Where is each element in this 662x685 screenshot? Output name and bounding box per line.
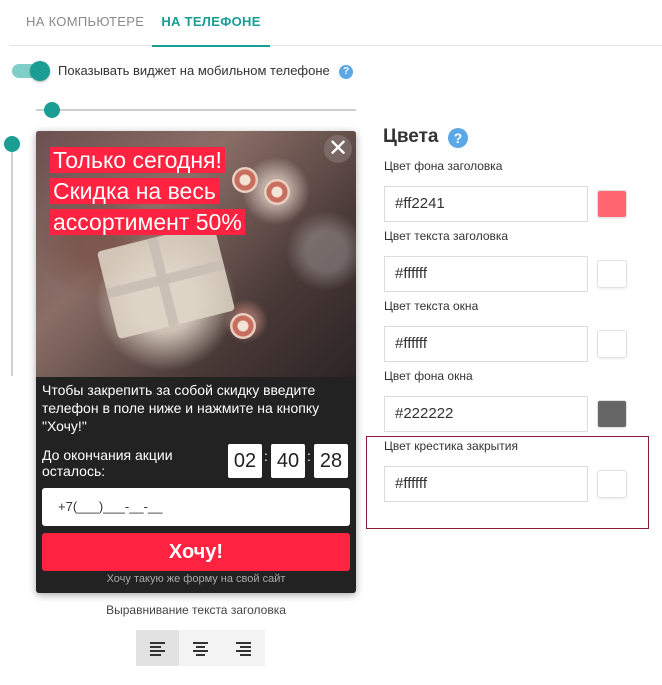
timer-hours: 02 bbox=[228, 444, 262, 478]
get-form-link[interactable]: Хочу такую же форму на свой сайт bbox=[36, 573, 356, 585]
align-left-icon bbox=[150, 642, 165, 658]
phone-input[interactable]: +7(___)___-__-__ bbox=[42, 488, 350, 526]
align-right-icon bbox=[236, 642, 251, 658]
header-bg-color-input[interactable]: #ff2241 bbox=[384, 186, 588, 222]
help-icon[interactable]: ? bbox=[339, 65, 353, 79]
headline-line: Скидка на весь bbox=[50, 178, 219, 204]
header-bg-color-swatch[interactable] bbox=[597, 190, 627, 218]
window-text-color-input[interactable]: #ffffff bbox=[384, 326, 588, 362]
align-right-button[interactable] bbox=[222, 630, 265, 666]
width-slider-handle[interactable] bbox=[44, 102, 60, 118]
widget-body-text: Чтобы закрепить за собой скидку введите … bbox=[42, 382, 320, 434]
align-left-button[interactable] bbox=[136, 630, 179, 666]
close-icon-color-label: Цвет крестика закрытия bbox=[384, 439, 518, 453]
width-slider-track[interactable] bbox=[36, 109, 356, 111]
window-text-color-label: Цвет текста окна bbox=[384, 299, 479, 313]
help-icon[interactable]: ? bbox=[448, 128, 468, 148]
tab-desktop[interactable]: НА КОМПЬЮТЕРЕ bbox=[26, 0, 144, 46]
window-text-color-swatch[interactable] bbox=[597, 330, 627, 358]
timer-label: До окончания акции осталось: bbox=[42, 447, 173, 479]
want-button[interactable]: Хочу! bbox=[42, 533, 350, 571]
window-bg-color-input[interactable]: #222222 bbox=[384, 396, 588, 432]
close-icon-color-swatch[interactable] bbox=[597, 470, 627, 498]
align-center-icon bbox=[193, 642, 208, 658]
widget-close-button[interactable]: ✕ bbox=[324, 135, 352, 163]
flower-image bbox=[230, 313, 256, 339]
colors-section-title: Цвета bbox=[383, 126, 439, 147]
headline-line: ассортимент 50% bbox=[50, 209, 245, 235]
toggle-knob[interactable] bbox=[30, 61, 50, 81]
mobile-widget-toggle-label: Показывать виджет на мобильном телефоне bbox=[58, 63, 330, 78]
tab-bar: НА КОМПЬЮТЕРЕ НА ТЕЛЕФОНЕ bbox=[10, 0, 662, 47]
close-icon-color-input[interactable]: #ffffff bbox=[384, 466, 588, 502]
flower-image bbox=[264, 179, 290, 205]
header-text-color-label: Цвет текста заголовка bbox=[384, 229, 509, 243]
mobile-widget-toggle[interactable] bbox=[12, 61, 50, 81]
position-slider-track[interactable] bbox=[11, 136, 13, 376]
header-text-color-input[interactable]: #ffffff bbox=[384, 256, 588, 292]
timer-separator: : bbox=[307, 448, 311, 464]
header-bg-color-label: Цвет фона заголовка bbox=[384, 159, 503, 173]
timer-seconds: 28 bbox=[314, 444, 348, 478]
headline-alignment-label: Выравнивание текста заголовка bbox=[106, 603, 286, 617]
widget-headline: Только сегодня! Скидка на весь ассортиме… bbox=[50, 145, 245, 238]
timer-minutes: 40 bbox=[271, 444, 305, 478]
gift-box-image bbox=[96, 222, 236, 340]
align-center-button[interactable] bbox=[179, 630, 222, 666]
timer-separator: : bbox=[264, 448, 268, 464]
headline-line: Только сегодня! bbox=[50, 147, 225, 173]
window-bg-color-swatch[interactable] bbox=[597, 400, 627, 428]
headline-alignment-group bbox=[136, 630, 266, 666]
widget-preview: ✕ Только сегодня! Скидка на весь ассорти… bbox=[36, 131, 356, 593]
window-bg-color-label: Цвет фона окна bbox=[384, 369, 473, 383]
position-slider-handle[interactable] bbox=[4, 136, 20, 152]
tab-mobile[interactable]: НА ТЕЛЕФОНЕ bbox=[152, 0, 270, 47]
header-text-color-swatch[interactable] bbox=[597, 260, 627, 288]
